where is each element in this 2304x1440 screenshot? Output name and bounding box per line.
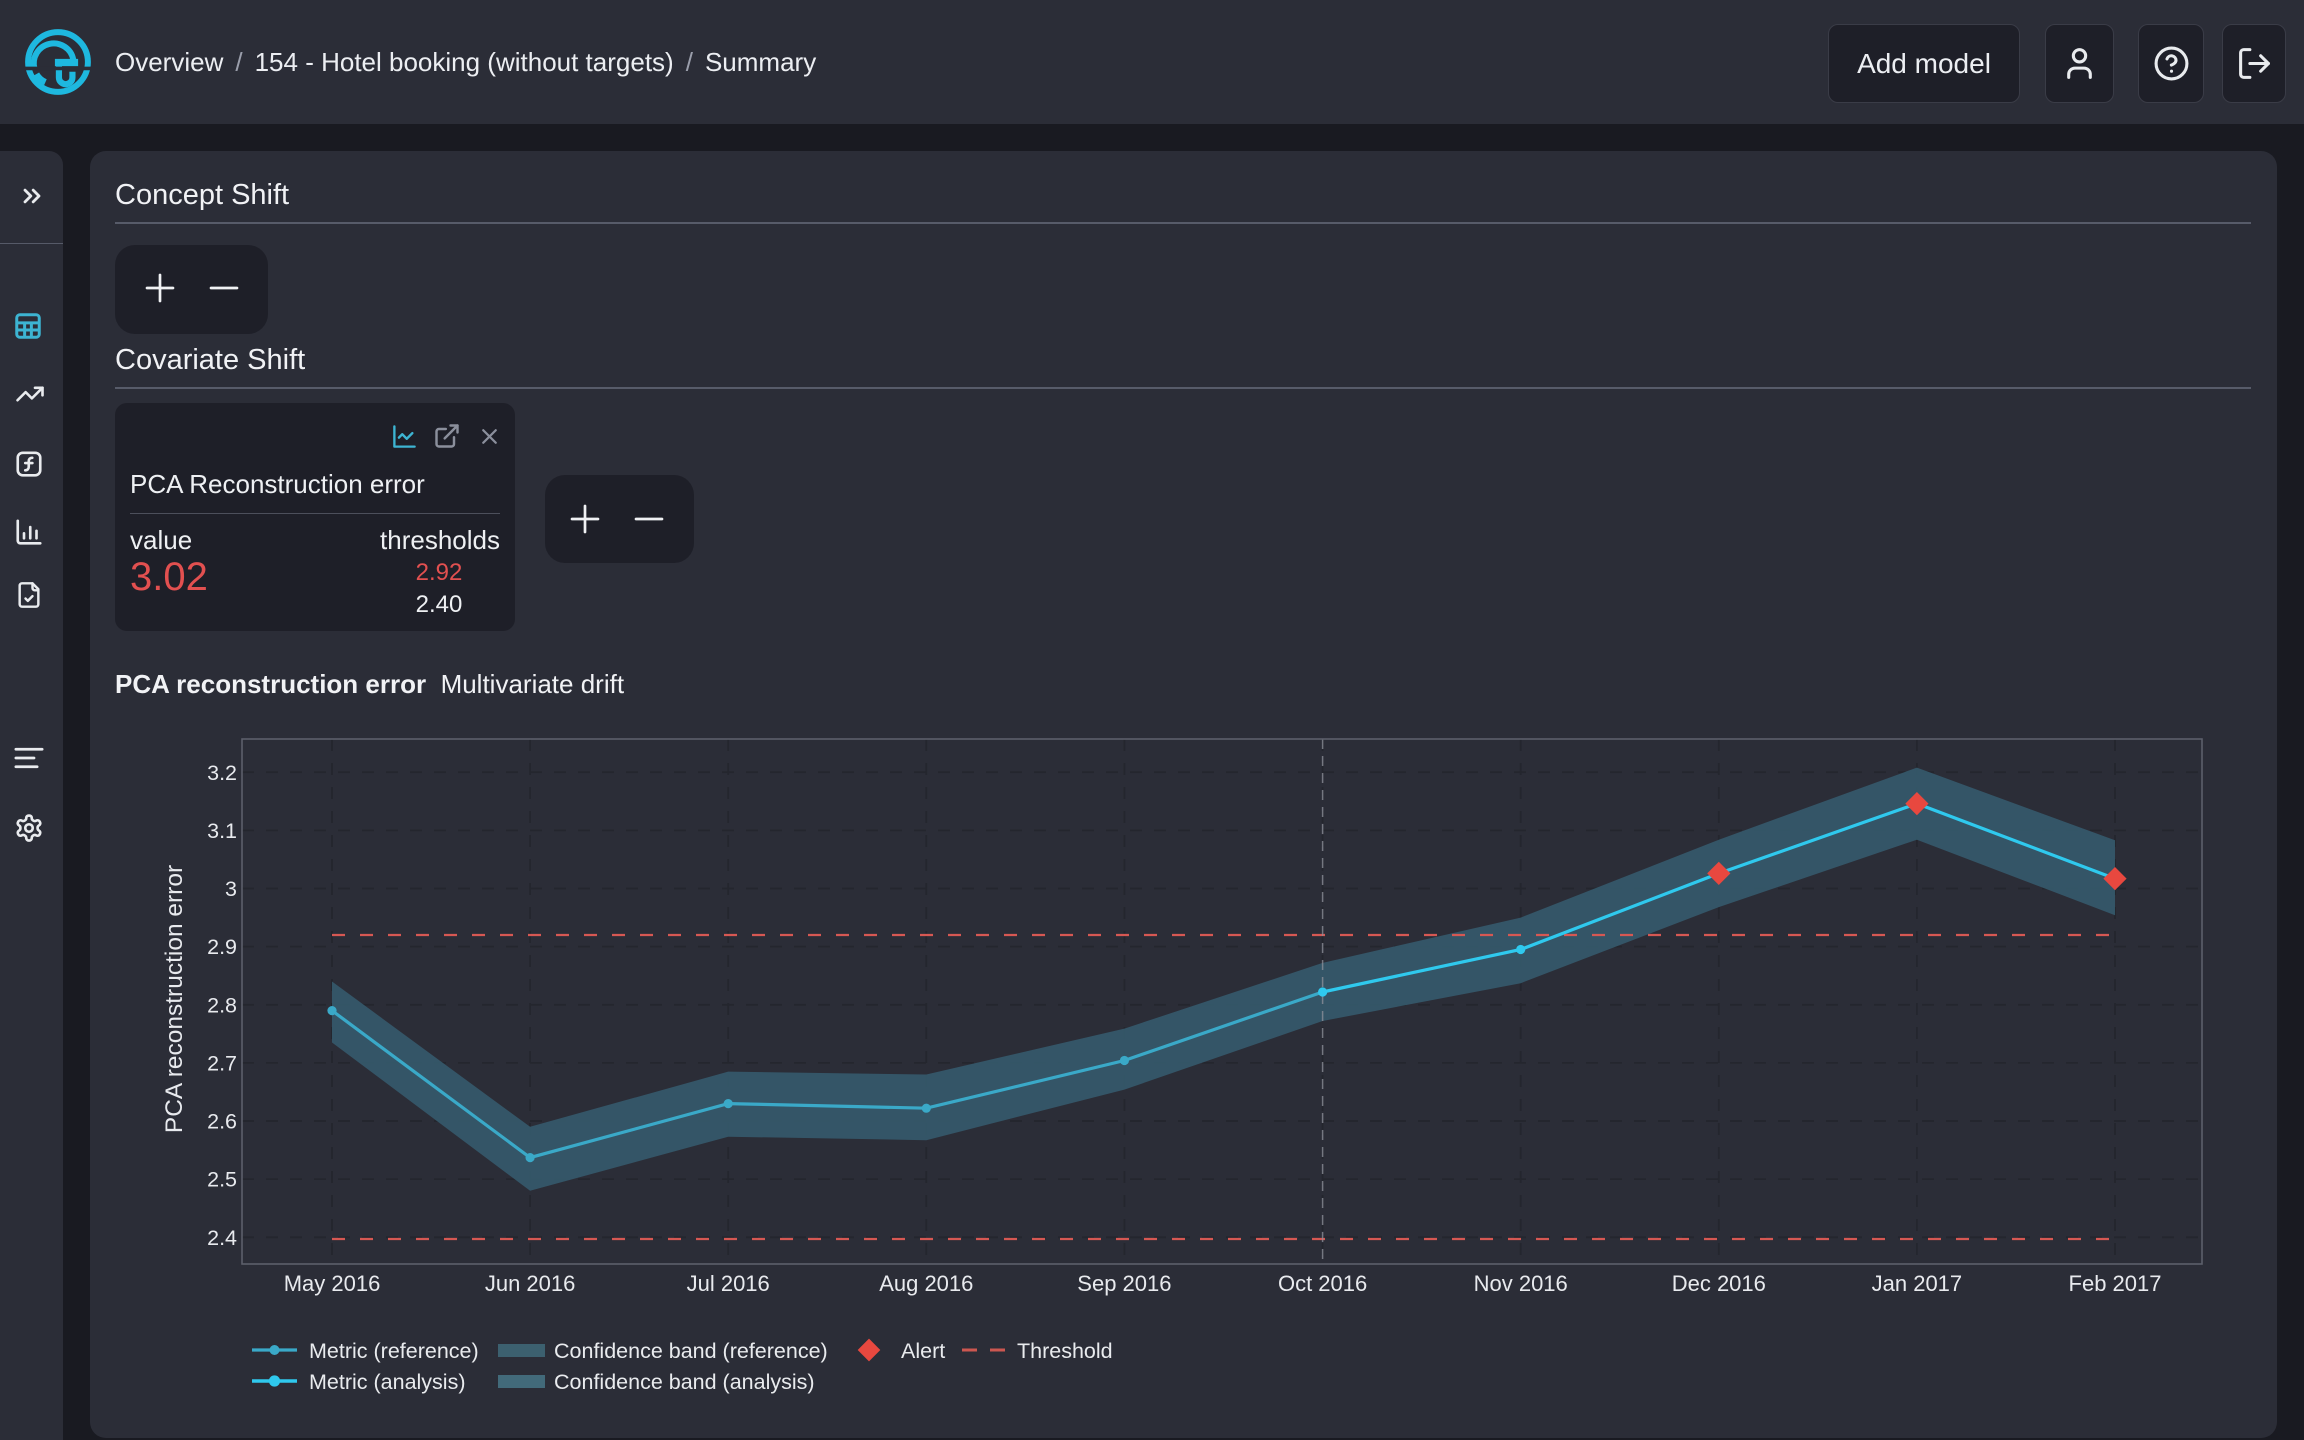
svg-text:Jul 2016: Jul 2016: [687, 1271, 770, 1296]
svg-text:Nov 2016: Nov 2016: [1474, 1271, 1568, 1296]
svg-text:Feb 2017: Feb 2017: [2069, 1271, 2162, 1296]
svg-text:Confidence band (analysis): Confidence band (analysis): [554, 1370, 815, 1394]
svg-text:Metric (analysis): Metric (analysis): [309, 1370, 466, 1394]
svg-text:Oct 2016: Oct 2016: [1278, 1271, 1367, 1296]
svg-text:2.6: 2.6: [207, 1110, 237, 1134]
svg-text:2.8: 2.8: [207, 993, 237, 1017]
svg-text:3: 3: [225, 877, 237, 901]
svg-text:3.2: 3.2: [207, 761, 237, 785]
svg-text:2.5: 2.5: [207, 1168, 237, 1192]
svg-text:2.7: 2.7: [207, 1051, 237, 1075]
svg-text:Jan 2017: Jan 2017: [1872, 1271, 1963, 1296]
svg-text:Confidence band (reference): Confidence band (reference): [554, 1339, 828, 1363]
svg-text:PCA reconstruction error: PCA reconstruction error: [161, 865, 188, 1133]
svg-text:2.9: 2.9: [207, 935, 237, 959]
svg-text:Metric (reference): Metric (reference): [309, 1339, 479, 1363]
svg-text:May 2016: May 2016: [284, 1271, 381, 1296]
svg-text:Aug 2016: Aug 2016: [879, 1271, 973, 1296]
svg-text:Jun 2016: Jun 2016: [485, 1271, 576, 1296]
svg-text:Sep 2016: Sep 2016: [1077, 1271, 1171, 1296]
svg-text:Dec 2016: Dec 2016: [1672, 1271, 1766, 1296]
svg-text:Alert: Alert: [901, 1339, 945, 1363]
svg-text:3.1: 3.1: [207, 819, 237, 843]
svg-text:2.4: 2.4: [207, 1226, 237, 1250]
svg-text:Threshold: Threshold: [1017, 1339, 1113, 1363]
